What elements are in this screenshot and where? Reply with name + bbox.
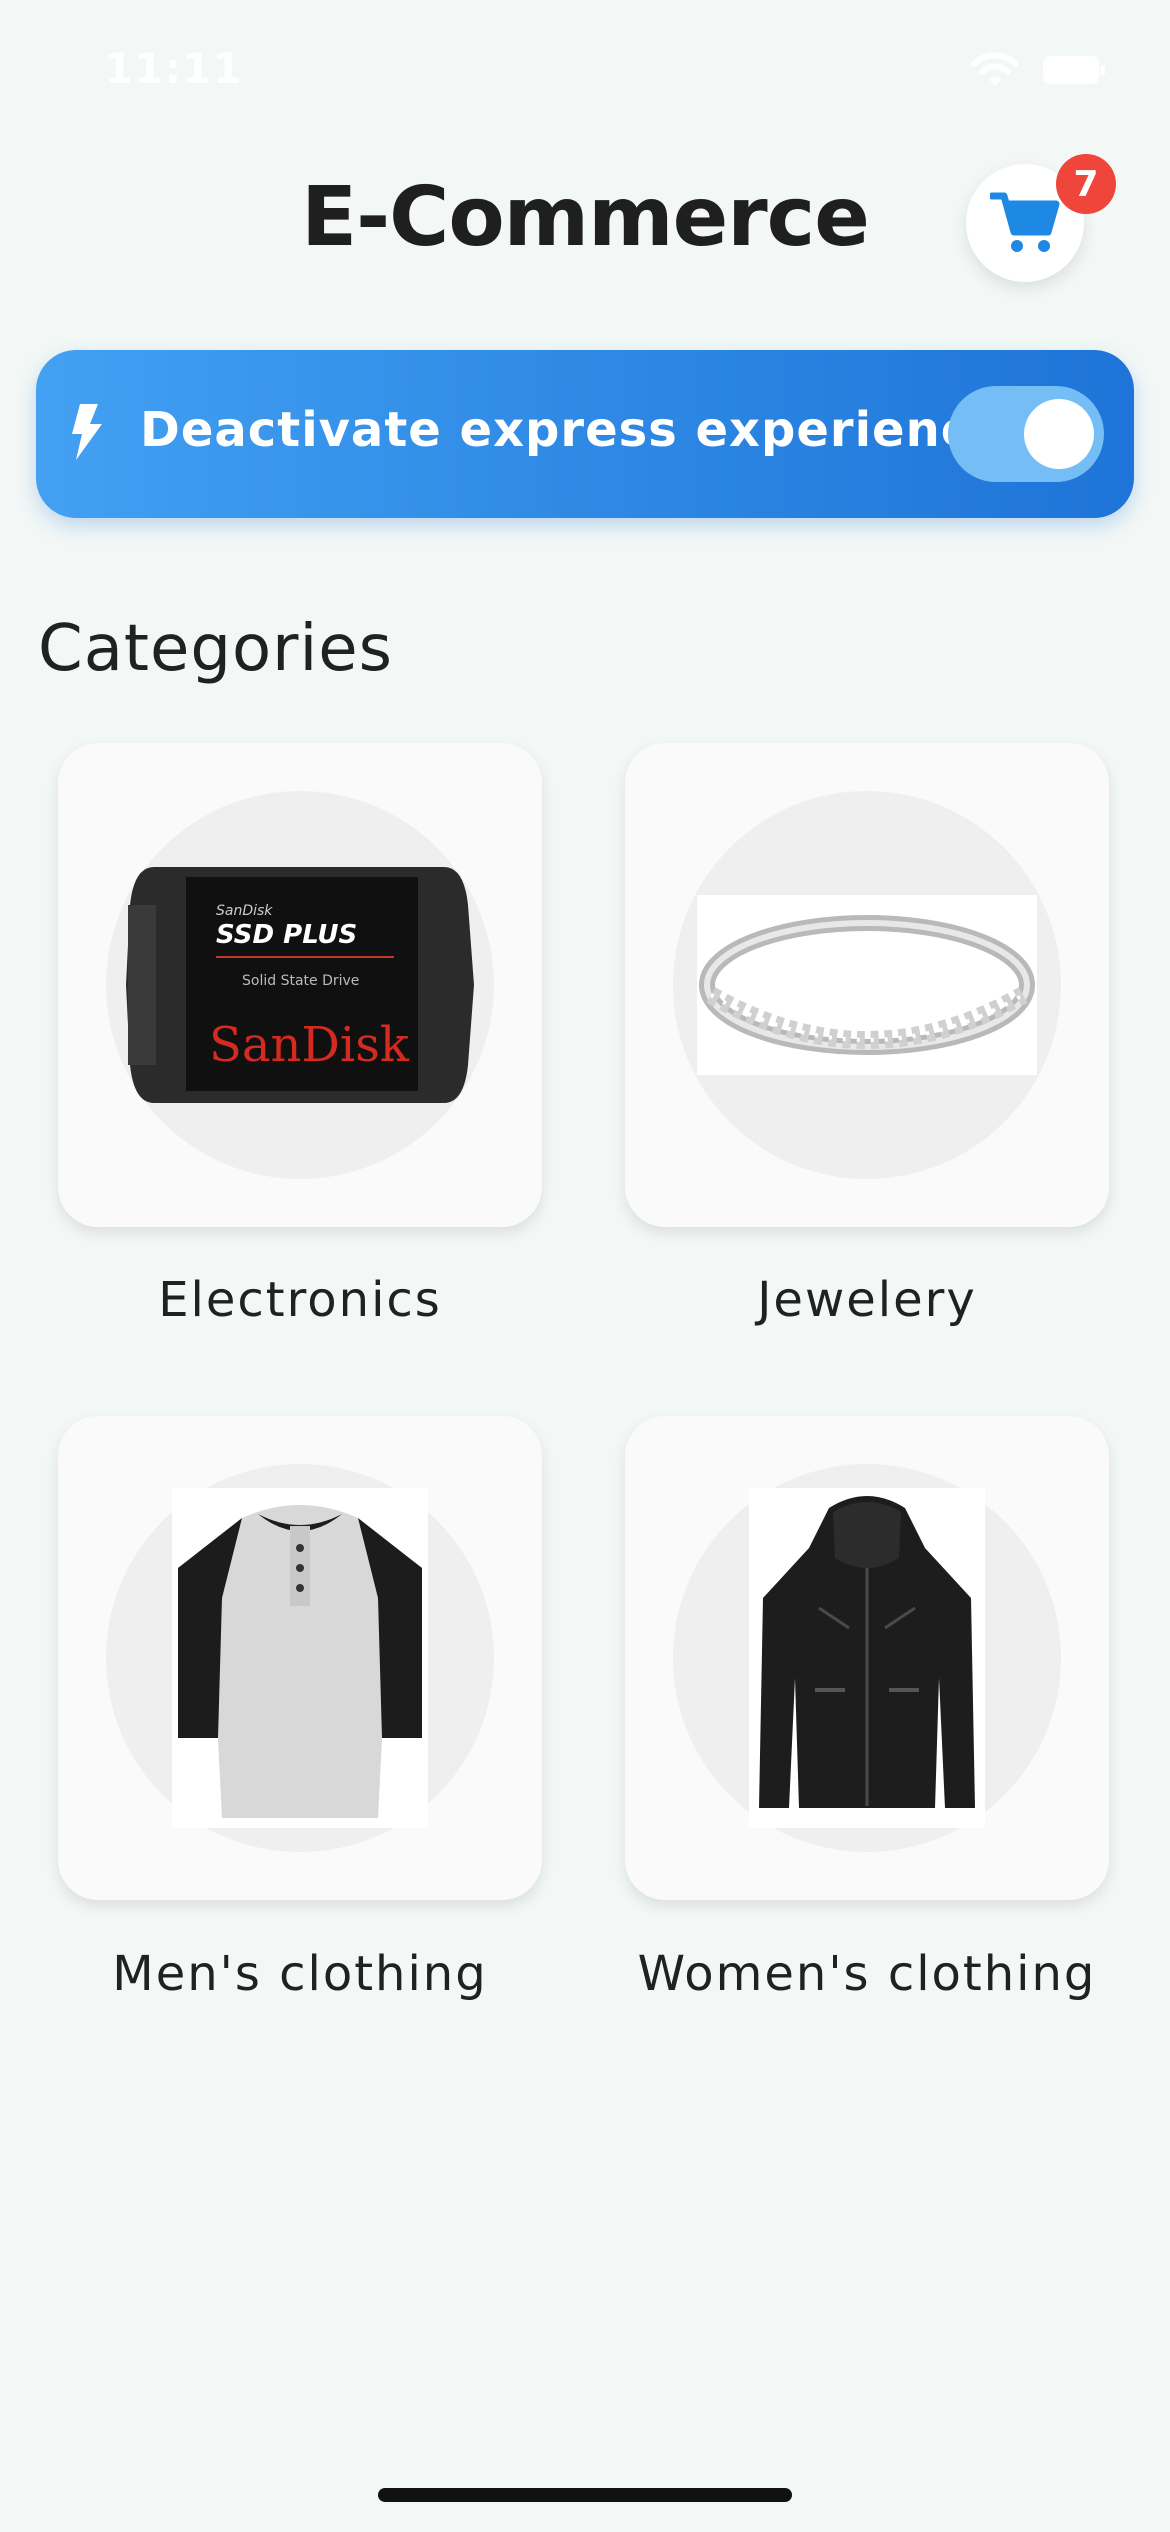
category-label-womens-clothing[interactable]: Women's clothing [625, 1946, 1109, 2002]
category-card-electronics[interactable]: SanDisk SSD PLUS Solid State Drive SanDi… [58, 743, 542, 1227]
toggle-knob [1024, 399, 1094, 469]
svg-text:Solid State Drive: Solid State Drive [242, 973, 359, 989]
app-header: E-Commerce 7 [0, 150, 1170, 300]
category-label-electronics[interactable]: Electronics [58, 1272, 542, 1328]
status-bar: 11:11 [0, 0, 1170, 140]
ssd-drive-image: SanDisk SSD PLUS Solid State Drive SanDi… [126, 867, 474, 1103]
cart-count-badge: 7 [1056, 154, 1116, 214]
category-card-jewelery[interactable] [625, 743, 1109, 1227]
battery-icon [1043, 56, 1105, 84]
category-label-jewelery[interactable]: Jewelery [625, 1272, 1109, 1328]
svg-text:SSD PLUS: SSD PLUS [216, 920, 357, 950]
jacket-image [749, 1488, 985, 1828]
category-label-mens-clothing[interactable]: Men's clothing [58, 1946, 542, 2002]
status-icons [970, 52, 1106, 88]
category-card-mens-clothing[interactable] [58, 1416, 542, 1900]
section-title: Categories [38, 612, 393, 686]
lightning-bolt-icon [72, 404, 102, 460]
status-time: 11:11 [104, 44, 243, 93]
shirt-image [172, 1488, 428, 1828]
wifi-icon [971, 52, 1019, 86]
category-card-womens-clothing[interactable] [625, 1416, 1109, 1900]
svg-text:SanDisk: SanDisk [216, 903, 273, 919]
category-image-circle [673, 1464, 1061, 1852]
svg-text:SanDisk: SanDisk [209, 1017, 410, 1073]
express-label: Deactivate express experience [140, 402, 1004, 458]
category-image-circle [673, 791, 1061, 1179]
home-indicator[interactable] [378, 2488, 792, 2502]
express-banner[interactable]: Deactivate express experience [36, 350, 1134, 518]
category-image-circle: SanDisk SSD PLUS Solid State Drive SanDi… [106, 791, 494, 1179]
category-image-circle [106, 1464, 494, 1852]
shopping-cart-icon [990, 192, 1060, 252]
ring-image [697, 895, 1037, 1075]
express-toggle[interactable] [948, 386, 1104, 482]
